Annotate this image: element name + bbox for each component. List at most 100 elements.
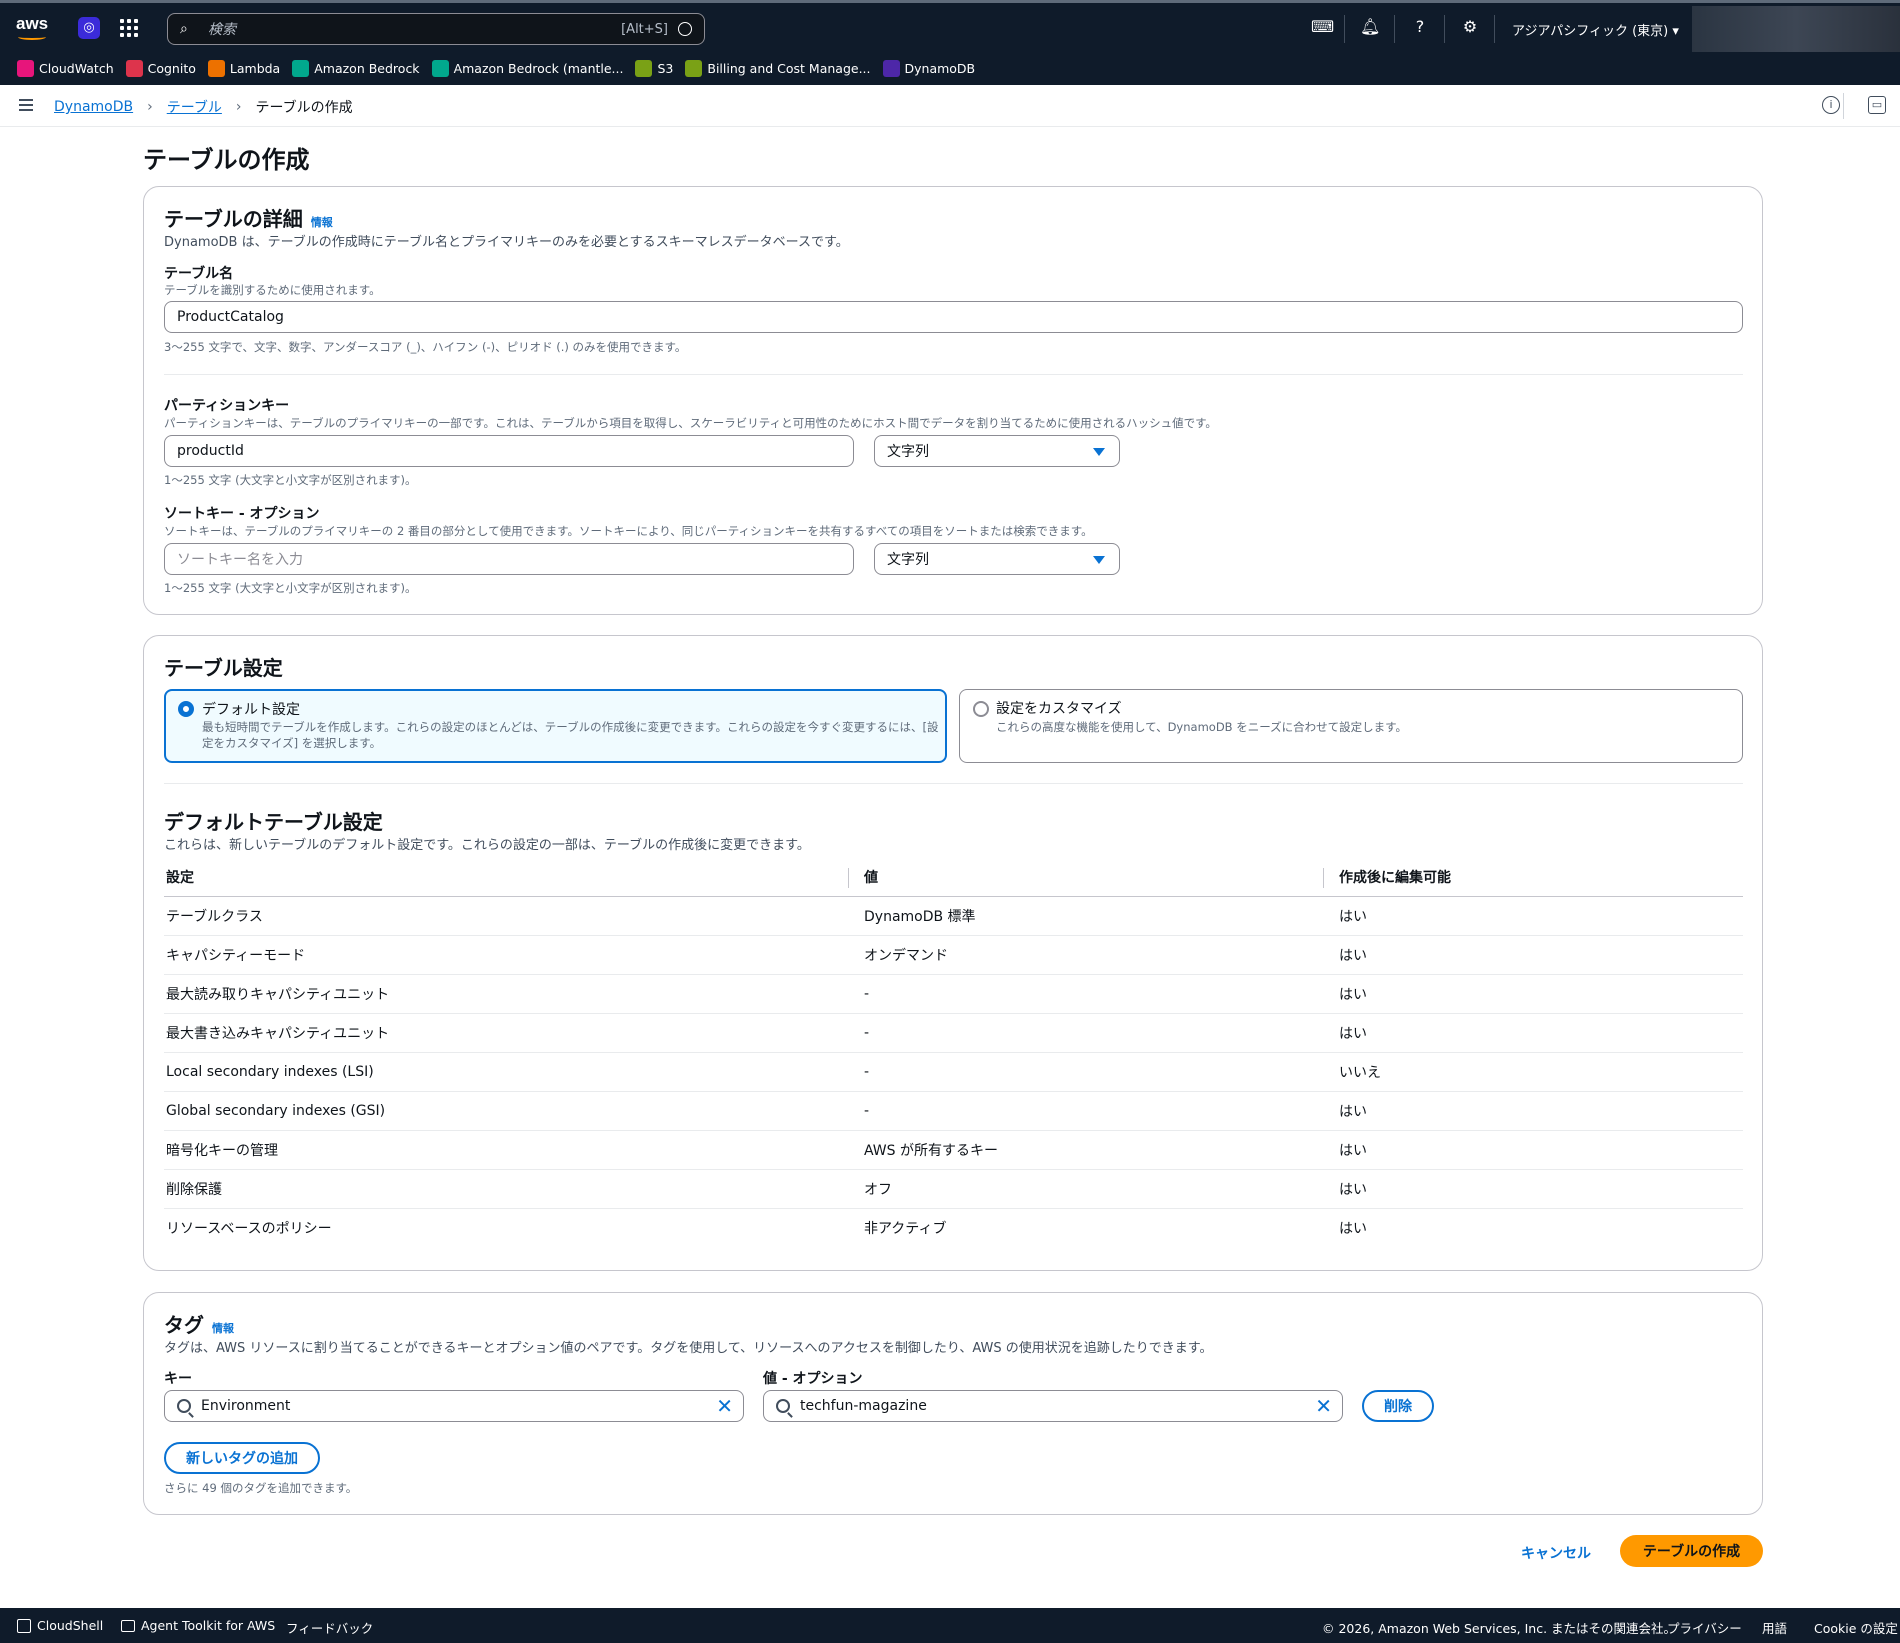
table-row: キャパシティーモード オンデマンド はい: [164, 935, 1743, 975]
caret-down-icon: [1093, 556, 1105, 564]
page-title: テーブルの作成: [143, 146, 310, 174]
search-icon: [177, 1399, 191, 1413]
clear-icon[interactable]: ✕: [1315, 1394, 1332, 1418]
breadcrumb-bar: DynamoDB › テーブル › テーブルの作成 i ▭: [0, 85, 1900, 127]
cloudshell-icon: [17, 1619, 31, 1633]
toolkit-icon: [121, 1620, 135, 1632]
favorite-bedrock-mantle[interactable]: Amazon Bedrock (mantle...: [431, 60, 623, 77]
partition-key-label: パーティションキー: [164, 398, 290, 414]
cloudshell-link[interactable]: CloudShell: [37, 1618, 103, 1633]
info-icon[interactable]: i: [1822, 96, 1840, 114]
breadcrumb-dynamodb[interactable]: DynamoDB: [54, 99, 133, 115]
dynamodb-icon: [882, 60, 900, 77]
table-row: 削除保護 オフ はい: [164, 1169, 1743, 1209]
privacy-link[interactable]: プライバシー: [1667, 1618, 1742, 1637]
partition-key-input[interactable]: productId: [164, 435, 854, 467]
search-input[interactable]: ⌕ 検索 [Alt+S]: [167, 13, 705, 45]
default-settings-title: デフォルトテーブル設定: [164, 810, 383, 834]
table-row: 最大読み取りキャパシティユニット - はい: [164, 974, 1743, 1014]
clear-icon[interactable]: ✕: [716, 1394, 733, 1418]
tags-remaining: さらに 49 個のタグを追加できます。: [164, 1481, 358, 1495]
favorite-bedrock[interactable]: Amazon Bedrock: [292, 60, 420, 77]
default-settings-tile[interactable]: デフォルト設定 最も短時間でテーブルを作成します。これらの設定のほとんどは、テー…: [164, 689, 947, 763]
sort-key-description: ソートキーは、テーブルのプライマリキーの 2 番目の部分として使用できます。ソー…: [164, 524, 1093, 538]
sort-key-label: ソートキー - オプション: [164, 506, 320, 522]
favorite-dynamodb[interactable]: DynamoDB: [882, 60, 975, 77]
search-shortcut-icon: [678, 22, 692, 36]
tags-panel: タグ 情報 タグは、AWS リソースに割り当てることができるキーとオプション値のペ…: [143, 1292, 1763, 1515]
services-menu-icon[interactable]: [119, 18, 139, 38]
notifications-icon[interactable]: 🔔︎: [1360, 17, 1380, 37]
sort-key-hint: 1〜255 文字 (大文字と小文字が区別されます)。: [164, 581, 417, 595]
table-row: テーブルクラス DynamoDB 標準 はい: [164, 896, 1743, 936]
search-icon: [776, 1399, 790, 1413]
info-link[interactable]: 情報: [212, 1322, 234, 1335]
table-row: Local secondary indexes (LSI) - いいえ: [164, 1052, 1743, 1092]
aws-logo[interactable]: aws: [16, 14, 50, 42]
info-link[interactable]: 情報: [311, 216, 333, 229]
breadcrumb: DynamoDB › テーブル › テーブルの作成: [54, 97, 353, 117]
table-name-label: テーブル名: [164, 266, 234, 282]
chevron-right-icon: ›: [235, 99, 242, 115]
table-details-panel: テーブルの詳細 情報 DynamoDB は、テーブルの作成時にテーブル名とプライマ…: [143, 186, 1763, 615]
default-settings-description: これらは、新しいテーブルのデフォルト設定です。これらの設定の一部は、テーブルの作…: [164, 838, 810, 853]
favorites-bar: CloudWatch Cognito Lambda Amazon Bedrock…: [0, 52, 1900, 85]
cloudshell-icon[interactable]: ⌨: [1311, 17, 1334, 37]
feedback-link[interactable]: フィードバック: [286, 1618, 373, 1637]
customize-settings-radio[interactable]: [973, 701, 989, 717]
default-settings-radio[interactable]: [178, 701, 194, 717]
cookie-settings-link[interactable]: Cookie の設定: [1814, 1618, 1898, 1637]
feedback-icon[interactable]: ▭: [1868, 96, 1886, 114]
tag-key-input[interactable]: Environment ✕: [164, 1390, 744, 1422]
account-menu[interactable]: [1692, 6, 1900, 52]
tag-value-input[interactable]: techfun-magazine ✕: [763, 1390, 1343, 1422]
billing-icon: [685, 60, 703, 77]
table-row: 暗号化キーの管理 AWS が所有するキー はい: [164, 1130, 1743, 1170]
table-row: Global secondary indexes (GSI) - はい: [164, 1091, 1743, 1131]
remove-tag-button[interactable]: 削除: [1362, 1390, 1434, 1422]
table-name-description: テーブルを識別するために使用されます。: [164, 283, 381, 297]
breadcrumb-current: テーブルの作成: [255, 100, 353, 116]
sort-key-type-select[interactable]: 文字列: [874, 543, 1120, 575]
tag-key-label: キー: [164, 1371, 192, 1387]
breadcrumb-tables[interactable]: テーブル: [167, 97, 222, 117]
top-navigation: aws ◎ ⌕ 検索 [Alt+S] ⌨ 🔔︎ ? ⚙ アジアパシフィック (東…: [0, 0, 1900, 52]
favorite-billing[interactable]: Billing and Cost Manage...: [685, 60, 871, 77]
table-row: 最大書き込みキャパシティユニット - はい: [164, 1013, 1743, 1053]
column-header-editable: 作成後に編集可能: [1323, 858, 1743, 897]
cloudwatch-icon: [17, 60, 34, 77]
table-row: リソースベースのポリシー 非アクティブ はい: [166, 1220, 1367, 1237]
settings-gear-icon[interactable]: ⚙: [1460, 17, 1480, 37]
cognito-icon: [125, 60, 143, 77]
column-header-value: 値: [848, 858, 1337, 897]
search-icon: ⌕: [180, 21, 188, 37]
add-tag-button[interactable]: 新しいタグの追加: [164, 1442, 320, 1474]
sort-key-input[interactable]: ソートキー名を入力: [164, 543, 854, 575]
favorite-lambda[interactable]: Lambda: [207, 60, 280, 77]
lambda-icon: [207, 60, 225, 77]
help-icon[interactable]: ?: [1410, 17, 1430, 37]
section-description: DynamoDB は、テーブルの作成時にテーブル名とプライマリキーのみを必要とす…: [164, 235, 849, 250]
customize-settings-tile[interactable]: 設定をカスタマイズ これらの高度な機能を使用して、DynamoDB をニーズに合…: [959, 689, 1743, 763]
region-selector[interactable]: アジアパシフィック (東京) ▾: [1512, 20, 1679, 39]
favorite-s3[interactable]: S3: [635, 60, 673, 77]
tags-description: タグは、AWS リソースに割り当てることができるキーとオプション値のペアです。タ…: [164, 1341, 1213, 1356]
create-table-button[interactable]: テーブルの作成: [1620, 1535, 1763, 1567]
tag-value-label: 値 - オプション: [763, 1371, 863, 1387]
table-name-hint: 3〜255 文字で、文字、数字、アンダースコア (_)、ハイフン (-)、ピリオ…: [164, 340, 687, 354]
section-title: タグ 情報: [164, 1313, 234, 1337]
table-name-input[interactable]: ProductCatalog: [164, 301, 1743, 333]
menu-icon[interactable]: [19, 99, 33, 111]
favorite-cloudwatch[interactable]: CloudWatch: [17, 60, 114, 77]
s3-icon: [635, 60, 653, 77]
amazon-q-icon[interactable]: ◎: [78, 16, 100, 39]
section-title: テーブルの詳細 情報: [164, 207, 333, 231]
column-header-setting: 設定: [164, 858, 862, 897]
table-settings-panel: テーブル設定 デフォルト設定 最も短時間でテーブルを作成します。これらの設定のほ…: [143, 635, 1763, 1271]
partition-key-type-select[interactable]: 文字列: [874, 435, 1120, 467]
cancel-button[interactable]: キャンセル: [1521, 1543, 1591, 1563]
favorite-cognito[interactable]: Cognito: [125, 60, 196, 77]
terms-link[interactable]: 用語: [1762, 1618, 1787, 1637]
agent-toolkit-link[interactable]: Agent Toolkit for AWS: [141, 1618, 275, 1633]
chevron-right-icon: ›: [147, 99, 153, 115]
